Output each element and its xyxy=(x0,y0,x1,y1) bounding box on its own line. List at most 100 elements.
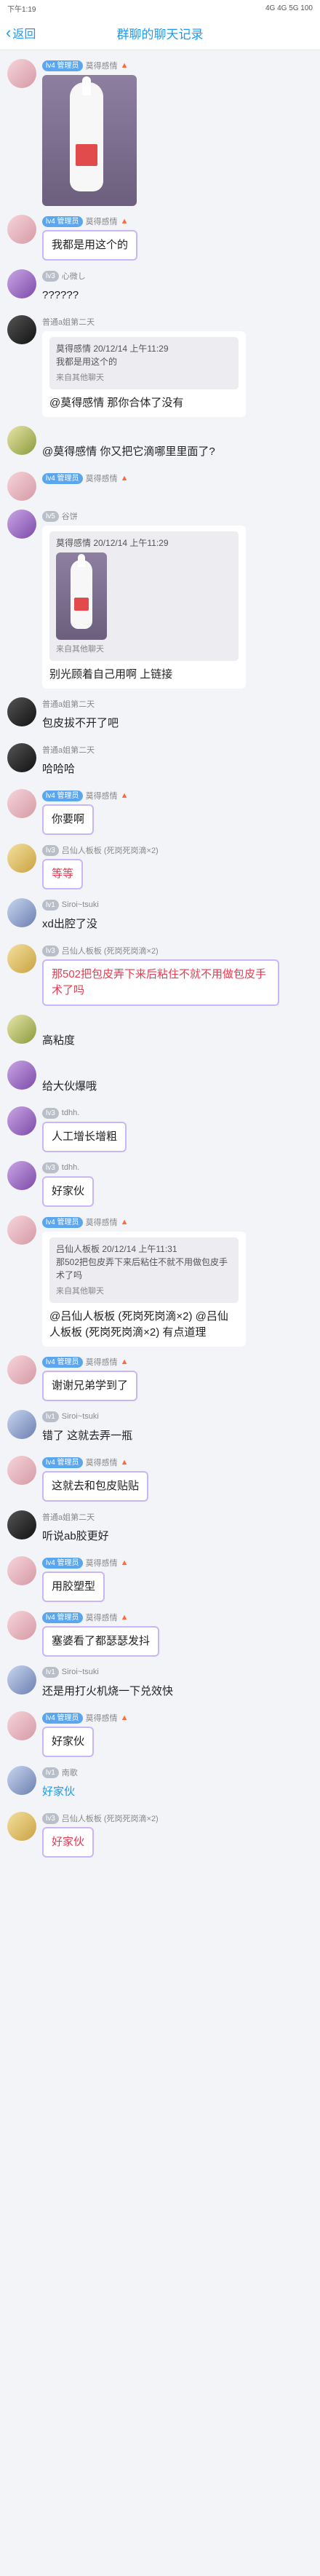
sender-name: tdhh. xyxy=(61,1109,80,1117)
member-level-badge: lv4 管理员 xyxy=(42,1712,83,1724)
message-row: 普通a姐第二天 莫得感情 20/12/14 上午11:29 我都是用这个的 来自其他聊… xyxy=(0,311,320,421)
message-bubble[interactable]: 塞婆看了都瑟瑟发抖 xyxy=(42,1626,160,1657)
message-bubble[interactable]: 好家伙 xyxy=(42,1827,95,1858)
message-bubble[interactable]: 谢谢兄弟学到了 xyxy=(42,1371,138,1401)
sender-name: 普通a姐第二天 xyxy=(42,700,95,709)
avatar[interactable] xyxy=(7,1812,36,1841)
message-row: lv4 管理员 莫得感情 ▲ 你要啊 xyxy=(0,785,320,839)
member-level-badge: lv1 xyxy=(42,899,59,911)
message-bubble[interactable]: @莫得感情 你又把它滴哪里里面了? xyxy=(42,441,215,463)
reply-text: 别光顾着自己用啊 上链接 xyxy=(49,668,173,681)
message-bubble[interactable]: 这就去和包皮贴贴 xyxy=(42,1471,149,1502)
avatar[interactable] xyxy=(7,743,36,772)
reply-card[interactable]: 莫得感情 20/12/14 上午11:29 我都是用这个的 来自其他聊天 @莫得感情 … xyxy=(42,331,246,417)
avatar[interactable] xyxy=(7,1061,36,1090)
avatar[interactable] xyxy=(7,789,36,818)
message-bubble[interactable]: xd出腔了没 xyxy=(42,914,97,935)
message-bubble[interactable]: ?????? xyxy=(42,285,79,306)
sender-meta: 普通a姐第二天 xyxy=(42,1510,313,1523)
member-level-badge: lv3 xyxy=(42,844,59,856)
message-bubble[interactable]: 那502把包皮弄下来后粘住不就不用做包皮手术了吗 xyxy=(42,959,279,1006)
avatar[interactable] xyxy=(7,1015,36,1044)
avatar[interactable] xyxy=(7,1510,36,1539)
avatar[interactable] xyxy=(7,1355,36,1384)
avatar[interactable] xyxy=(7,1456,36,1485)
message-bubble[interactable]: 包皮拔不开了吧 xyxy=(42,713,119,734)
message-bubble[interactable]: 还是用打火机烧一下兑效快 xyxy=(42,1681,173,1703)
sender-meta: 普通a姐第二天 xyxy=(42,697,313,710)
avatar[interactable] xyxy=(7,472,36,501)
sender-name: tdhh. xyxy=(61,1163,80,1172)
message-row: 普通a姐第二天包皮拔不开了吧 xyxy=(0,693,320,739)
sender-meta: lv4 管理员 莫得感情 ▲ xyxy=(42,789,313,802)
member-level-badge: lv1 xyxy=(42,1767,59,1778)
message-body: lv3 吕仙人板板 (死岗死岗滴×2) 等等 xyxy=(42,844,313,889)
glue-bottle-photo[interactable] xyxy=(42,75,137,206)
avatar[interactable] xyxy=(7,944,36,973)
message-feed[interactable]: lv4 管理员 莫得感情 ▲ lv4 管理员 莫得感情 ▲ 我都是用这个的 lv3 心微し???… xyxy=(0,50,320,1862)
message-row: lv1 南歌好家伙 xyxy=(0,1761,320,1807)
avatar[interactable] xyxy=(7,1106,36,1136)
sender-name: 谷饼 xyxy=(61,512,78,521)
avatar[interactable] xyxy=(7,1711,36,1740)
message-body: lv5 谷饼 莫得感情 20/12/14 上午11:29 来自其他聊天 别光顾着自己用啊… xyxy=(42,510,313,689)
reply-text: @莫得感情 那你合体了没有 xyxy=(49,397,184,409)
message-bubble[interactable]: 高粘度 xyxy=(42,1030,75,1052)
back-button[interactable]: ‹ 返回 xyxy=(0,24,36,41)
member-level-badge: lv4 管理员 xyxy=(42,60,83,71)
member-level-badge: lv3 xyxy=(42,945,59,956)
avatar[interactable] xyxy=(7,315,36,344)
message-row: lv3 心微し?????? xyxy=(0,265,320,311)
message-row: @莫得感情 你又把它滴哪里里面了? xyxy=(0,421,320,467)
sender-name: 莫得感情 xyxy=(85,218,118,226)
reply-card[interactable]: 吕仙人板板 20/12/14 上午11:31 那502把包皮弄下来后粘住不就不用做… xyxy=(42,1232,246,1347)
avatar[interactable] xyxy=(7,426,36,455)
message-bubble[interactable]: 我都是用这个的 xyxy=(42,230,138,261)
avatar[interactable] xyxy=(7,1161,36,1190)
flame-icon: ▲ xyxy=(120,61,129,70)
message-body: lv1 Siroi~tsuki 还是用打火机烧一下兑效快 xyxy=(42,1665,313,1703)
reply-card[interactable]: 莫得感情 20/12/14 上午11:29 来自其他聊天 别光顾着自己用啊 上链接 xyxy=(42,526,246,689)
message-body: lv4 管理员 莫得感情 ▲ xyxy=(42,472,313,501)
avatar[interactable] xyxy=(7,1766,36,1795)
sender-name: 南歌 xyxy=(61,1769,78,1778)
message-body: lv4 管理员 莫得感情 ▲ 塞婆看了都瑟瑟发抖 xyxy=(42,1611,313,1657)
message-body: lv4 管理员 莫得感情 ▲ 好家伙 xyxy=(42,1711,313,1757)
avatar[interactable] xyxy=(7,269,36,298)
message-bubble[interactable]: 听说ab胶更好 xyxy=(42,1526,109,1547)
avatar[interactable] xyxy=(7,59,36,88)
sender-meta: lv3 tdhh. xyxy=(42,1106,313,1119)
message-bubble[interactable]: 哈哈哈 xyxy=(42,758,75,780)
avatar[interactable] xyxy=(7,697,36,726)
message-bubble[interactable]: 好家伙 xyxy=(42,1176,95,1207)
avatar[interactable] xyxy=(7,844,36,873)
message-bubble[interactable]: 人工增长增粗 xyxy=(42,1122,127,1152)
message-bubble[interactable]: 等等 xyxy=(42,859,84,889)
sender-meta: lv3 吕仙人板板 (死岗死岗滴×2) xyxy=(42,844,313,857)
quoted-header: 吕仙人板板 20/12/14 上午11:31 xyxy=(56,1244,177,1254)
message-body: lv1 南歌好家伙 xyxy=(42,1766,313,1803)
avatar[interactable] xyxy=(7,510,36,539)
message-bubble[interactable]: 错了 这就去弄一瓶 xyxy=(42,1425,132,1447)
avatar[interactable] xyxy=(7,1611,36,1640)
message-body: lv1 Siroi~tsuki xd出腔了没 xyxy=(42,898,313,935)
sender-name: 莫得感情 xyxy=(85,1358,118,1367)
message-bubble[interactable]: 用胶塑型 xyxy=(42,1572,105,1602)
message-body: lv3 心微し?????? xyxy=(42,269,313,306)
message-bubble[interactable]: 给大伙爆哦 xyxy=(42,1076,97,1098)
message-bubble[interactable]: 好家伙 xyxy=(42,1781,75,1803)
member-level-badge: lv3 xyxy=(42,1812,59,1824)
sender-name: 莫得感情 xyxy=(85,1714,118,1723)
sender-meta: lv1 南歌 xyxy=(42,1766,313,1779)
sender-meta: lv1 Siroi~tsuki xyxy=(42,898,313,911)
avatar[interactable] xyxy=(7,215,36,244)
avatar[interactable] xyxy=(7,898,36,927)
avatar[interactable] xyxy=(7,1665,36,1695)
message-bubble[interactable]: 好家伙 xyxy=(42,1727,95,1757)
flame-icon: ▲ xyxy=(120,1218,129,1226)
avatar[interactable] xyxy=(7,1556,36,1585)
avatar[interactable] xyxy=(7,1216,36,1245)
message-bubble[interactable]: 你要啊 xyxy=(42,804,95,835)
avatar[interactable] xyxy=(7,1410,36,1439)
quoted-image[interactable] xyxy=(56,552,107,640)
